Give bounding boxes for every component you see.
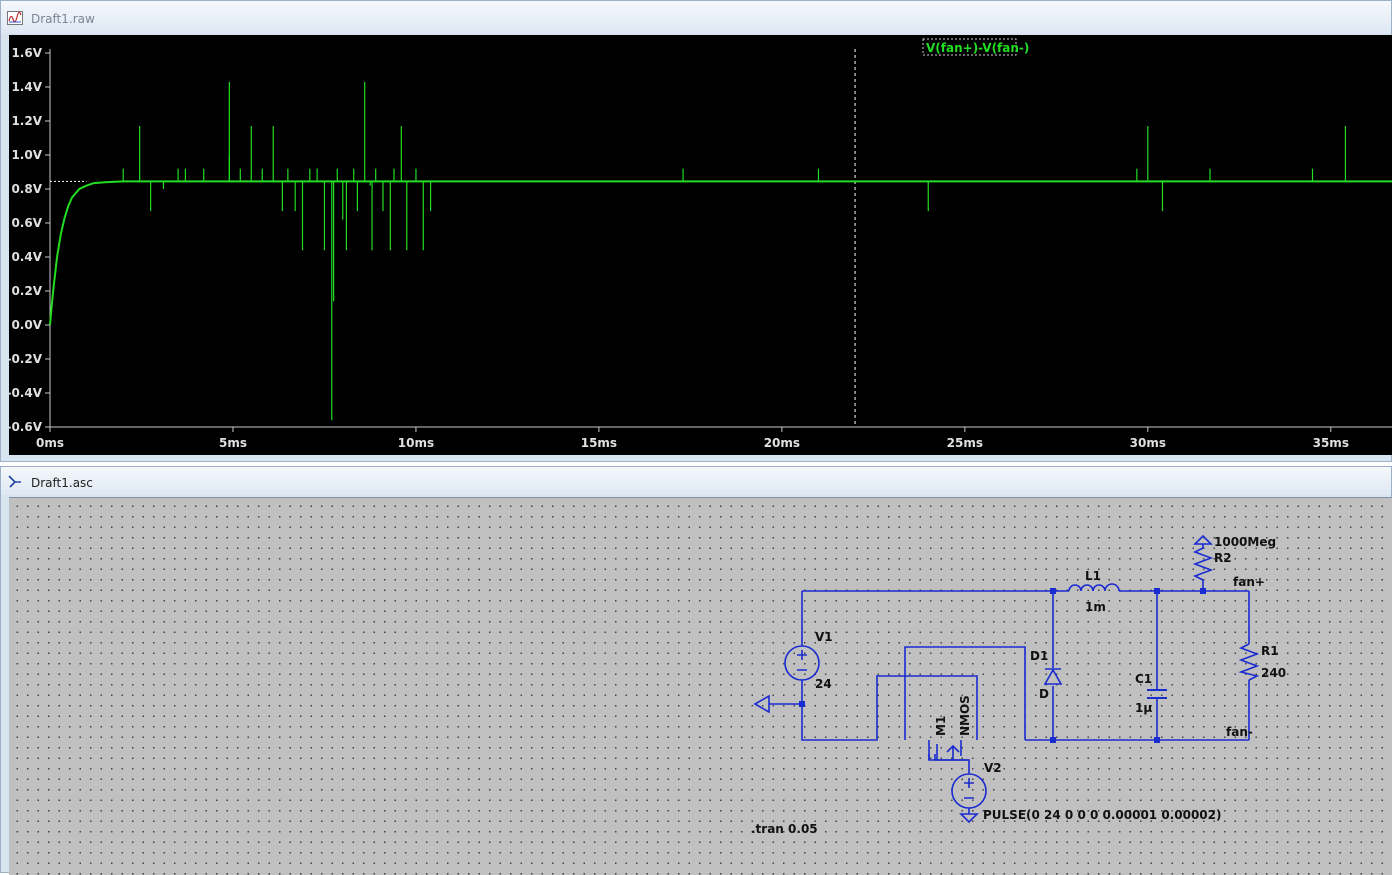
- schematic-titlebar[interactable]: Draft1.asc: [1, 467, 1391, 495]
- y-tick-label: 1.0V: [11, 148, 42, 162]
- ground-symbol-left: [753, 694, 770, 714]
- x-tick-label: 0ms: [36, 436, 64, 450]
- junction-dot: [1200, 588, 1206, 594]
- junction-dot: [1050, 737, 1056, 743]
- trace-label[interactable]: V(fan+)-V(fan-): [926, 41, 1029, 55]
- junction-dot: [1154, 737, 1160, 743]
- y-tick-label: 1.6V: [11, 46, 42, 60]
- y-tick-label: 0.0V: [11, 318, 42, 332]
- net-label-fan-plus: fan+: [1233, 575, 1265, 589]
- l1-inductor[interactable]: [1068, 583, 1120, 592]
- d1-diode[interactable]: [1043, 668, 1063, 685]
- waveform-chart[interactable]: 1.6V 1.4V 1.2V 1.0V 0.8V 0.6V 0.4V 0.2V 0.0V -0.2…: [6, 35, 1392, 455]
- y-tick-label: 1.4V: [11, 80, 42, 94]
- r1-value-label: 240: [1261, 666, 1286, 680]
- schematic-window[interactable]: Draft1.asc V1 24 L1 1m D1 D C1 1µ R1 240…: [0, 466, 1392, 875]
- x-tick-label: 15ms: [581, 436, 617, 450]
- r2-value-label: 1000Meg: [1214, 535, 1276, 549]
- y-tick-label: 0.4V: [11, 250, 42, 264]
- waveform-app-icon: [7, 11, 23, 25]
- x-tick-label: 20ms: [764, 436, 800, 450]
- x-tick-label: 30ms: [1130, 436, 1166, 450]
- waveform-window[interactable]: Draft1.raw 1.6V 1.4V 1.2V 1.0V 0.8V 0.6V 0.4V 0…: [0, 0, 1392, 462]
- l1-value-label: 1m: [1085, 600, 1106, 614]
- y-tick-label: -0.2V: [9, 352, 43, 366]
- schematic-app-icon: [8, 475, 21, 488]
- schematic-drawing[interactable]: V1 24 L1 1m D1 D C1 1µ R1 240 1000Meg R2…: [9, 498, 1392, 875]
- trace-v-fan-line: [49, 180, 1392, 326]
- l1-name-label: L1: [1085, 569, 1101, 583]
- waveform-plot-area[interactable]: 1.6V 1.4V 1.2V 1.0V 0.8V 0.6V 0.4V 0.2V 0.0V -0.2…: [6, 35, 1392, 455]
- c1-value-label: 1µ: [1135, 701, 1152, 715]
- y-tick-label: 0.2V: [11, 284, 42, 298]
- r2-name-label: R2: [1214, 551, 1232, 565]
- d1-name-label: D1: [1030, 649, 1048, 663]
- x-tick-label: 10ms: [398, 436, 434, 450]
- v1-value-label: 24: [815, 677, 832, 691]
- y-tick-label: 1.2V: [11, 114, 42, 128]
- v1-name-label: V1: [815, 630, 833, 644]
- v1-voltage-source[interactable]: [784, 645, 820, 681]
- x-tick-label: 35ms: [1313, 436, 1349, 450]
- waveform-window-title: Draft1.raw: [31, 12, 95, 26]
- junction-dot: [1050, 588, 1056, 594]
- x-tick-label: 25ms: [947, 436, 983, 450]
- y-tick-label: -0.4V: [9, 386, 43, 400]
- r1-resistor[interactable]: [1238, 643, 1260, 681]
- m1-value-label: NMOS: [958, 695, 972, 736]
- v2-value-label: PULSE(0 24 0 0 0 0.00001 0.00002): [983, 808, 1221, 822]
- schematic-window-title: Draft1.asc: [31, 476, 93, 490]
- r2-resistor[interactable]: [1192, 534, 1214, 581]
- y-tick-label: 0.8V: [11, 182, 42, 196]
- waveform-titlebar[interactable]: Draft1.raw: [1, 1, 1391, 33]
- m1-name-label: M1: [934, 716, 948, 736]
- y-tick-label: 0.6V: [11, 216, 42, 230]
- net-label-fan-minus: fan-: [1226, 725, 1253, 739]
- junction-dot: [1154, 588, 1160, 594]
- v2-voltage-source[interactable]: [951, 773, 987, 824]
- tran-directive[interactable]: .tran 0.05: [751, 822, 818, 836]
- r1-name-label: R1: [1261, 644, 1279, 658]
- c1-name-label: C1: [1135, 672, 1152, 686]
- schematic-canvas[interactable]: V1 24 L1 1m D1 D C1 1µ R1 240 1000Meg R2…: [9, 497, 1392, 875]
- x-tick-label: 5ms: [219, 436, 247, 450]
- v2-name-label: V2: [984, 761, 1002, 775]
- y-tick-label: -0.6V: [9, 420, 43, 434]
- m1-nmos[interactable]: [928, 740, 969, 761]
- c1-capacitor[interactable]: [1147, 689, 1167, 699]
- junction-dot: [799, 701, 805, 707]
- d1-value-label: D: [1039, 687, 1049, 701]
